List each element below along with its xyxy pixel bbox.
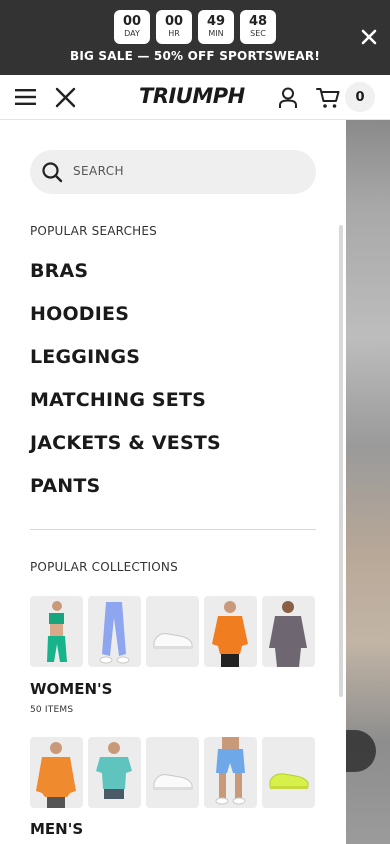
search-input[interactable]: SEARCH xyxy=(30,150,316,194)
brand-logo[interactable]: TRIUMPH xyxy=(139,84,245,108)
countdown-unit: SEC xyxy=(250,29,266,38)
close-icon[interactable] xyxy=(55,87,76,108)
search-link-jackets-vests[interactable]: JACKETS & VESTS xyxy=(30,432,221,454)
countdown-minutes: 49 MIN xyxy=(198,10,234,44)
drawer-scrollbar[interactable] xyxy=(339,225,343,697)
product-image-grey-hoodie[interactable] xyxy=(262,596,315,667)
promo-message: BIG SALE — 50% OFF SPORTSWEAR! xyxy=(69,49,321,63)
product-image-sports-bra[interactable] xyxy=(30,596,83,667)
product-image-orange-jacket[interactable] xyxy=(204,596,257,667)
divider xyxy=(30,529,316,530)
countdown-timer: 00 DAY 00 HR 49 MIN 48 SEC xyxy=(0,10,390,44)
countdown-unit: HR xyxy=(168,29,180,38)
mens-collection-thumbnails[interactable] xyxy=(30,737,315,808)
popular-searches-heading: POPULAR SEARCHES xyxy=(30,224,157,238)
countdown-seconds: 48 SEC xyxy=(240,10,276,44)
product-image-white-shoe[interactable] xyxy=(146,737,199,808)
collection-count-womens: 50 ITEMS xyxy=(30,705,74,715)
site-header: TRIUMPH 0 xyxy=(0,75,390,120)
cart-icon[interactable] xyxy=(316,87,340,109)
countdown-unit: MIN xyxy=(208,29,224,38)
user-icon[interactable] xyxy=(278,87,298,109)
product-image-lime-sneaker[interactable] xyxy=(262,737,315,808)
countdown-value: 48 xyxy=(248,14,268,29)
search-placeholder: SEARCH xyxy=(73,164,124,178)
promo-banner: 00 DAY 00 HR 49 MIN 48 SEC BIG SALE — 50… xyxy=(0,0,390,75)
countdown-days: 00 DAY xyxy=(114,10,150,44)
product-image-leggings[interactable] xyxy=(88,596,141,667)
product-image-orange-puffer[interactable] xyxy=(30,737,83,808)
menu-drawer: SEARCH POPULAR SEARCHES BRAS HOODIES LEG… xyxy=(0,120,346,844)
hamburger-icon[interactable] xyxy=(15,89,36,105)
womens-collection-thumbnails[interactable] xyxy=(30,596,315,667)
search-link-bras[interactable]: BRAS xyxy=(30,260,88,282)
close-icon[interactable] xyxy=(360,28,378,46)
search-icon xyxy=(42,162,63,183)
product-image-teal-tee[interactable] xyxy=(88,737,141,808)
popular-collections-heading: POPULAR COLLECTIONS xyxy=(30,560,178,574)
search-link-hoodies[interactable]: HOODIES xyxy=(30,303,129,325)
collection-title-womens[interactable]: WOMEN'S xyxy=(30,680,112,698)
countdown-unit: DAY xyxy=(124,29,140,38)
countdown-hours: 00 HR xyxy=(156,10,192,44)
product-image-blue-shorts[interactable] xyxy=(204,737,257,808)
countdown-value: 49 xyxy=(206,14,226,29)
cart-count-badge[interactable]: 0 xyxy=(345,82,375,112)
countdown-value: 00 xyxy=(164,14,184,29)
countdown-value: 00 xyxy=(122,14,142,29)
collection-title-mens[interactable]: MEN'S xyxy=(30,820,83,838)
search-link-leggings[interactable]: LEGGINGS xyxy=(30,346,140,368)
search-link-pants[interactable]: PANTS xyxy=(30,475,100,497)
search-link-matching-sets[interactable]: MATCHING SETS xyxy=(30,389,206,411)
product-image-white-sneaker[interactable] xyxy=(146,596,199,667)
